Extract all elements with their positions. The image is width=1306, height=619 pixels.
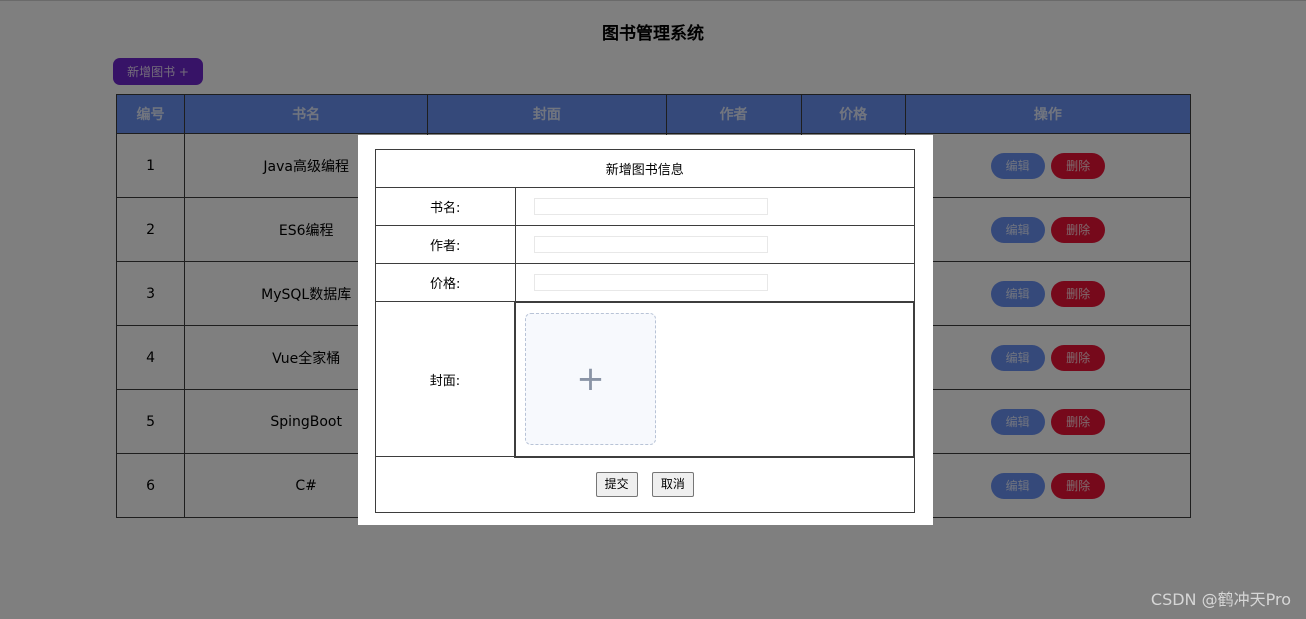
cover-label: 封面: [375, 301, 516, 457]
form-actions: 提交 取消 [375, 456, 915, 513]
cover-uploader[interactable]: + [525, 313, 656, 445]
add-book-modal: 新增图书信息 书名: 作者: 价格: 封面: + 提交 取消 [358, 135, 933, 525]
cancel-button[interactable]: 取消 [651, 472, 694, 497]
add-book-form: 新增图书信息 书名: 作者: 价格: 封面: + 提交 取消 [375, 149, 915, 513]
price-field-cell [514, 263, 915, 302]
modal-title: 新增图书信息 [375, 149, 915, 188]
cover-field-cell: + [514, 300, 915, 458]
submit-button[interactable]: 提交 [595, 472, 638, 497]
plus-icon: + [576, 359, 605, 399]
price-input[interactable] [533, 273, 768, 291]
watermark: CSDN @鹤冲天Pro [1150, 590, 1291, 609]
price-label: 价格: [375, 263, 516, 302]
author-label: 作者: [375, 225, 516, 264]
page: 图书管理系统 新增图书 + 编号 书名 封面 作者 价格 操作 1 Java高级… [0, 0, 1306, 619]
author-field-cell [514, 225, 915, 264]
name-label: 书名: [375, 187, 516, 226]
name-input[interactable] [533, 198, 768, 215]
name-field-cell [514, 187, 915, 226]
author-input[interactable] [533, 236, 768, 253]
